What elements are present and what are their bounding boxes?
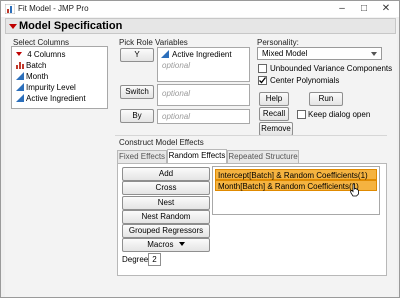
construct-label: Construct Model Effects [119,138,204,147]
by-role-button[interactable]: By [120,109,154,123]
by-optional-hint: optional [162,112,191,121]
macros-button[interactable]: Macros [122,238,210,252]
continuous-triangle-icon [16,94,24,102]
center-polynomials-label: Center Polynomials [270,76,340,85]
column-name: Batch [26,61,47,70]
column-count-row[interactable]: 4 Columns [16,49,65,60]
hand-cursor-icon [350,183,359,197]
column-list: 4 Columns Batch Month Impurity Level Act… [11,46,108,109]
nest-button[interactable]: Nest [122,196,210,210]
add-button[interactable]: Add [122,167,210,181]
keep-dialog-open-label: Keep dialog open [308,110,371,119]
column-item-batch[interactable]: Batch [16,60,46,71]
model-spec-header[interactable]: Model Specification [5,18,396,34]
remove-button[interactable]: Remove [259,122,293,136]
column-name: Active Ingredient [26,94,86,103]
column-item-impurity-level[interactable]: Impurity Level [16,82,76,93]
section-divider [115,135,387,136]
column-name: Impurity Level [26,83,76,92]
nest-random-coefficients-button[interactable]: Nest Random Coefficients [122,210,210,233]
checkmark-icon [259,77,267,84]
continuous-triangle-icon [16,72,24,80]
y-role-value: Active Ingredient [172,50,232,59]
tab-random-effects[interactable]: Random Effects [167,149,227,163]
tab-fixed-effects[interactable]: Fixed Effects [117,150,167,163]
nominal-bar-icon [16,62,24,69]
degree-input[interactable]: 2 [148,253,161,266]
unbounded-label: Unbounded Variance Components [270,64,393,73]
personality-label: Personality: [257,38,299,47]
model-spec-title: Model Specification [19,20,123,32]
macros-label: Macros [147,240,174,249]
maximize-icon[interactable]: □ [353,2,375,16]
close-icon[interactable]: ✕ [375,2,397,16]
y-role-list[interactable]: Active Ingredient optional [157,47,250,82]
column-item-active-ingredient[interactable]: Active Ingredient [16,93,86,104]
continuous-triangle-icon [16,83,24,91]
tab-repeated-structure[interactable]: Repeated Structure [227,150,299,163]
chevron-down-icon [371,52,377,56]
unbounded-checkbox[interactable] [258,64,267,73]
center-polynomials-checkbox[interactable] [258,76,267,85]
fit-model-window: Fit Model - JMP Pro – □ ✕ Model Specific… [0,0,400,298]
pick-role-label: Pick Role Variables [119,38,188,47]
switch-role-button[interactable]: Switch [120,85,154,99]
y-optional-hint: optional [162,61,191,70]
collapse-triangle-icon[interactable] [16,52,22,56]
column-item-month[interactable]: Month [16,71,48,82]
y-role-button[interactable]: Y [120,48,154,62]
disclosure-triangle-icon[interactable] [9,24,17,29]
grouped-regressors-button[interactable]: Grouped Regressors [122,224,210,238]
random-effect-item[interactable]: Intercept[Batch] & Random Coefficients(1… [215,169,377,180]
jmp-app-icon [5,4,15,14]
personality-value: Mixed Model [262,49,308,58]
personality-select[interactable]: Mixed Model [257,47,382,60]
degree-label: Degree [122,255,149,264]
keep-dialog-open-checkbox[interactable] [297,110,306,119]
title-bar: Fit Model - JMP Pro – □ ✕ [1,1,399,17]
run-button[interactable]: Run [309,92,343,106]
column-name: Month [26,72,49,81]
recall-button[interactable]: Recall [259,107,289,121]
chevron-down-icon [178,242,185,246]
switch-optional-hint: optional [162,89,191,98]
minimize-icon[interactable]: – [331,2,353,16]
switch-role-list[interactable]: optional [157,84,250,106]
cross-button[interactable]: Cross [122,181,210,195]
window-title: Fit Model - JMP Pro [18,4,89,13]
y-role-item[interactable]: Active Ingredient [161,50,232,59]
continuous-triangle-icon [161,50,169,58]
by-role-list[interactable]: optional [157,109,250,124]
help-button[interactable]: Help [259,92,289,106]
column-count: 4 Columns [27,50,66,59]
